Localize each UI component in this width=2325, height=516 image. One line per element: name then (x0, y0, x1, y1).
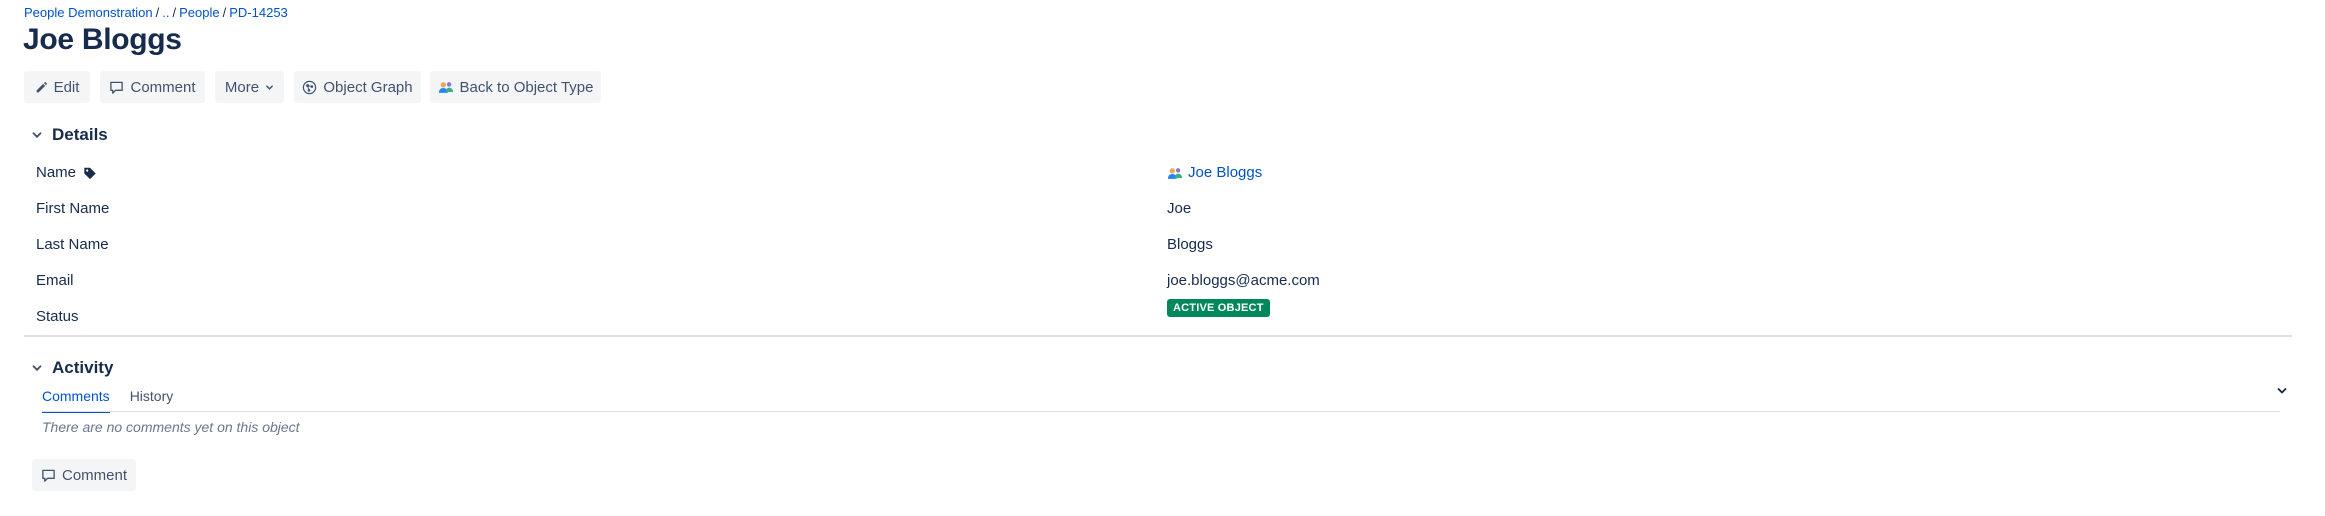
activity-heading: Activity (52, 358, 114, 377)
attribute-value: Joe (1167, 200, 1192, 217)
pencil-icon (36, 81, 47, 92)
attribute-value: ACTIVE OBJECT (1167, 299, 1270, 317)
chevron-down-icon (32, 132, 42, 139)
tab-comments[interactable]: Comments (42, 386, 110, 413)
attribute-row-email: Email joe.bloggs@acme.com (24, 263, 2292, 299)
attribute-row-first-name: First Name Joe (24, 191, 2292, 227)
person-avatar-icon (1167, 167, 1183, 179)
attribute-label-text: Name (36, 164, 77, 181)
comment-button[interactable]: Comment (100, 71, 205, 103)
edit-button-label: Edit (53, 78, 80, 96)
details-section-toggle[interactable]: Details (30, 125, 108, 145)
object-name-link[interactable]: Joe Bloggs (1188, 155, 1262, 191)
more-button-label: More (224, 78, 260, 96)
status-badge: ACTIVE OBJECT (1167, 299, 1270, 317)
graph-icon (303, 80, 317, 94)
breadcrumb-ellipsis[interactable]: .. (162, 5, 169, 20)
back-to-object-type-label: Back to Object Type (459, 78, 594, 96)
edit-button[interactable]: Edit (24, 71, 90, 103)
activity-section-toggle[interactable]: Activity (30, 358, 113, 378)
object-type-icon (438, 81, 453, 93)
speech-bubble-icon (110, 81, 124, 94)
attribute-value: joe.bloggs@acme.com (1167, 272, 1320, 289)
attribute-label: Last Name (36, 236, 109, 253)
speech-bubble-icon (42, 469, 55, 482)
tab-history[interactable]: History (130, 386, 174, 413)
empty-comments-message: There are no comments yet on this object (42, 419, 300, 435)
tabs-underline (42, 411, 2280, 412)
chevron-down-icon (266, 84, 274, 90)
object-page: People Demonstration /.. / People / PD-14253 … (0, 0, 2325, 516)
activity-tabs: Comments History (42, 386, 193, 413)
expand-activity-icon[interactable] (2276, 385, 2288, 397)
breadcrumb-separator: / (172, 5, 177, 20)
attribute-label: Email (36, 272, 74, 289)
object-graph-button[interactable]: Object Graph (294, 71, 421, 103)
breadcrumb-object-key[interactable]: PD-14253 (229, 5, 288, 20)
attribute-row-last-name: Last Name Bloggs (24, 227, 2292, 263)
attribute-value: Bloggs (1167, 236, 1213, 253)
tag-icon (84, 167, 96, 180)
comment-button-label: Comment (130, 78, 196, 96)
add-comment-button[interactable]: Comment (32, 459, 136, 491)
back-to-object-type-button[interactable]: Back to Object Type (430, 71, 601, 103)
attribute-label: Name (36, 155, 97, 191)
chevron-down-icon (32, 365, 42, 372)
attribute-row-status: Status ACTIVE OBJECT (24, 299, 2292, 335)
attribute-row-name: Name Joe Bloggs (24, 155, 2292, 191)
add-comment-button-label: Comment (61, 466, 128, 484)
attribute-label: Status (36, 308, 79, 325)
object-graph-button-label: Object Graph (323, 78, 413, 96)
breadcrumb: People Demonstration /.. / People / PD-14253 (24, 5, 288, 21)
page-title: Joe Bloggs (23, 23, 182, 56)
breadcrumb-schema[interactable]: People Demonstration (24, 5, 153, 20)
attribute-value: Joe Bloggs (1167, 155, 1262, 191)
more-button[interactable]: More (215, 71, 284, 103)
breadcrumb-separator: / (155, 5, 160, 20)
breadcrumb-separator: / (222, 5, 227, 20)
details-divider (24, 335, 2292, 337)
details-heading: Details (52, 125, 108, 144)
breadcrumb-object-type[interactable]: People (179, 5, 219, 20)
attribute-label: First Name (36, 200, 110, 217)
